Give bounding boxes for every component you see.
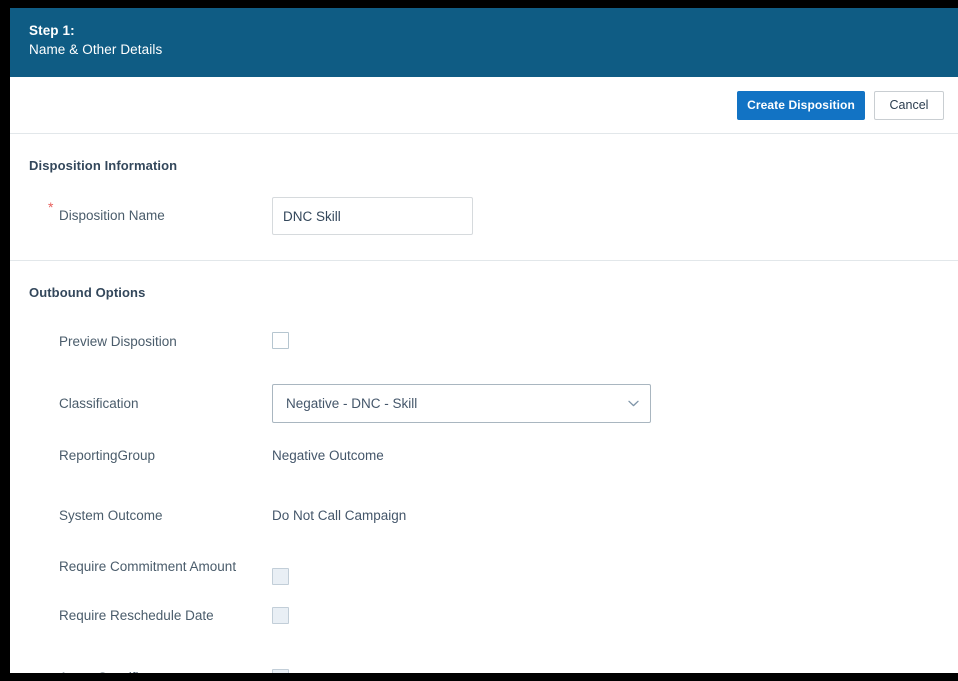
create-disposition-button[interactable]: Create Disposition [737,91,865,120]
reporting-group-row: ReportingGroup Negative Outcome [29,423,958,476]
require-reschedule-date-label: Require Reschedule Date [59,608,214,623]
screenshot-viewport: Step 1: Name & Other Details Create Disp… [0,0,958,681]
classification-select[interactable]: Negative - DNC - Skill [272,384,651,423]
require-commitment-amount-checkbox[interactable] [272,568,289,585]
agent-specific-control [272,668,958,673]
classification-row: Classification Negative - DNC - Skill [29,362,958,423]
step-number: Step 1: [29,23,75,38]
disposition-name-row: * Disposition Name [29,173,958,235]
disposition-name-label: * Disposition Name [29,197,272,226]
action-bar: Create Disposition Cancel [10,77,958,134]
require-reschedule-date-control [272,606,958,624]
agent-specific-checkbox[interactable] [272,669,289,673]
require-reschedule-date-row: Require Reschedule Date [29,587,958,636]
disposition-name-label-text: Disposition Name [59,208,165,223]
preview-disposition-row: Preview Disposition [29,300,958,362]
outbound-options-heading: Outbound Options [29,285,146,300]
require-commitment-amount-row: Require Commitment Amount [29,536,958,587]
classification-select-wrap: Negative - DNC - Skill [272,384,651,423]
agent-specific-label: Agent Specific [29,668,272,673]
outbound-options-section: Outbound Options Preview Disposition Cla… [10,261,958,673]
preview-disposition-control [272,332,958,349]
require-commitment-amount-control [272,557,958,585]
classification-label: Classification [59,396,139,411]
preview-disposition-checkbox[interactable] [272,332,289,349]
step-header: Step 1: Name & Other Details [10,8,958,77]
step-title: Name & Other Details [29,42,163,57]
reporting-group-value: Negative Outcome [272,448,384,463]
disposition-wizard-window: Step 1: Name & Other Details Create Disp… [10,8,958,673]
disposition-name-control [272,197,958,235]
system-outcome-value: Do Not Call Campaign [272,508,407,523]
required-asterisk: * [48,199,54,215]
disposition-information-heading: Disposition Information [29,158,178,173]
require-commitment-amount-label: Require Commitment Amount [59,559,237,574]
classification-control: Negative - DNC - Skill [272,384,958,423]
require-reschedule-date-checkbox[interactable] [272,607,289,624]
disposition-name-input[interactable] [272,197,473,235]
reporting-group-label: ReportingGroup [59,448,156,463]
system-outcome-label: System Outcome [59,508,163,523]
preview-disposition-label: Preview Disposition [59,334,177,349]
disposition-information-section: Disposition Information * Disposition Na… [10,134,958,261]
agent-specific-row: Agent Specific [29,636,958,673]
system-outcome-row: System Outcome Do Not Call Campaign [29,476,958,536]
cancel-button[interactable]: Cancel [874,91,944,120]
